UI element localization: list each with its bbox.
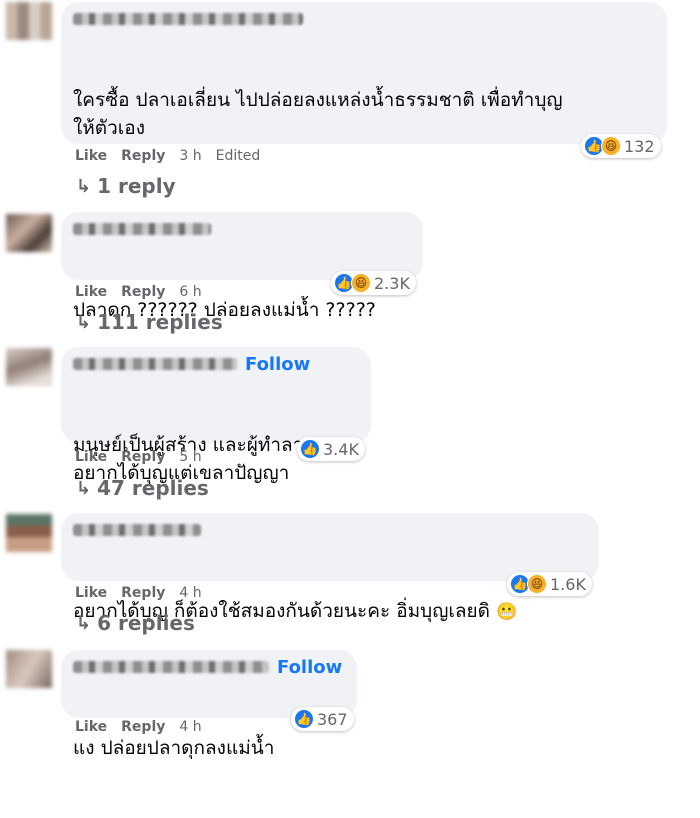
avatar[interactable] <box>6 348 52 386</box>
reaction-count: 132 <box>624 136 655 156</box>
comment-paragraph: ใครซื้อ ปลาเอเลี่ยน ไปปล่อยลงแหล่งน้ำธรร… <box>73 89 563 139</box>
comment-bubble: ใครซื้อ ปลาเอเลี่ยน ไปปล่อยลงแหล่งน้ำธรร… <box>61 2 667 245</box>
author-name-blurred[interactable] <box>73 13 303 25</box>
author-name-blurred[interactable] <box>73 524 201 536</box>
view-replies-link[interactable]: ↳ 6 replies <box>76 611 195 635</box>
avatar[interactable] <box>6 650 52 688</box>
comment-actions: Like Reply 3 h Edited <box>75 148 260 164</box>
reaction-summary[interactable]: 👍 😆 1.6K <box>507 572 592 596</box>
reply-arrow-icon: ↳ <box>76 477 92 499</box>
comment-actions: Like Reply 4 h <box>75 719 202 735</box>
reaction-count: 367 <box>317 709 348 729</box>
reaction-count: 3.4K <box>323 439 359 459</box>
like-button[interactable]: Like <box>75 148 107 164</box>
author-name-row <box>73 218 411 240</box>
edited-label: Edited <box>215 148 261 164</box>
reaction-count: 2.3K <box>374 273 410 293</box>
author-name-blurred[interactable] <box>73 358 237 370</box>
reply-arrow-icon: ↳ <box>76 612 92 634</box>
comment-bubble: Follow มนุษย์เป็นผู้สร้าง และผู้ทำลาย อย… <box>61 347 371 484</box>
reaction-count: 1.6K <box>550 574 586 594</box>
comment-bubble: ปลาดุก ?????? ปล่อยลงแม่น้ำ ????? <box>61 212 423 321</box>
like-reaction-icon: 👍 <box>294 709 314 729</box>
reply-button[interactable]: Reply <box>121 585 165 601</box>
replies-count: 47 replies <box>97 476 209 500</box>
replies-count: 1 reply <box>97 174 176 198</box>
like-button[interactable]: Like <box>75 719 107 735</box>
timestamp[interactable]: 6 h <box>179 284 201 300</box>
follow-button[interactable]: Follow <box>277 657 342 678</box>
reply-button[interactable]: Reply <box>121 449 165 465</box>
timestamp[interactable]: 5 h <box>179 449 201 465</box>
comment-actions: Like Reply 6 h <box>75 284 202 300</box>
reply-button[interactable]: Reply <box>121 719 165 735</box>
author-name-blurred[interactable] <box>73 661 269 673</box>
reply-arrow-icon: ↳ <box>76 311 92 333</box>
replies-count: 6 replies <box>97 611 195 635</box>
comment-actions: Like Reply 5 h <box>75 449 202 465</box>
timestamp[interactable]: 4 h <box>179 719 201 735</box>
reaction-summary[interactable]: 👍 3.4K <box>297 437 365 461</box>
author-name-row <box>73 8 655 30</box>
author-name-blurred[interactable] <box>73 223 211 235</box>
haha-reaction-icon: 😆 <box>351 273 371 293</box>
reply-button[interactable]: Reply <box>121 148 165 164</box>
reply-button[interactable]: Reply <box>121 284 165 300</box>
like-button[interactable]: Like <box>75 284 107 300</box>
view-replies-link[interactable]: ↳ 47 replies <box>76 476 209 500</box>
author-name-row <box>73 519 587 541</box>
comment-bubble: อยากได้บุญ ก็ต้องใช้สมองกันด้วยนะคะ อิ่ม… <box>61 513 599 622</box>
author-name-row: Follow <box>73 656 345 678</box>
haha-reaction-icon: 😆 <box>601 136 621 156</box>
comment-actions: Like Reply 4 h <box>75 585 202 601</box>
reaction-summary[interactable]: 👍 😆 2.3K <box>331 271 416 295</box>
like-button[interactable]: Like <box>75 449 107 465</box>
reaction-summary[interactable]: 👍 😆 132 <box>581 134 661 158</box>
grimace-emoji-icon: 😬 <box>496 602 518 622</box>
haha-reaction-icon: 😆 <box>527 574 547 594</box>
replies-count: 111 replies <box>97 310 223 334</box>
timestamp[interactable]: 3 h <box>179 148 201 164</box>
reaction-summary[interactable]: 👍 367 <box>291 707 354 731</box>
like-reaction-icon: 👍 <box>300 439 320 459</box>
author-name-row: Follow <box>73 353 359 375</box>
avatar[interactable] <box>6 514 52 552</box>
comment-text: แง ปล่อยปลาดุกลงแม่น้ำ <box>73 678 345 818</box>
comment-paragraph: แง ปล่อยปลาดุกลงแม่น้ำ <box>73 737 275 759</box>
like-button[interactable]: Like <box>75 585 107 601</box>
reply-arrow-icon: ↳ <box>76 175 92 197</box>
avatar[interactable] <box>6 214 52 252</box>
follow-button[interactable]: Follow <box>245 354 310 375</box>
avatar[interactable] <box>6 2 52 40</box>
view-replies-link[interactable]: ↳ 111 replies <box>76 310 223 334</box>
view-replies-link[interactable]: ↳ 1 reply <box>76 174 176 198</box>
timestamp[interactable]: 4 h <box>179 585 201 601</box>
